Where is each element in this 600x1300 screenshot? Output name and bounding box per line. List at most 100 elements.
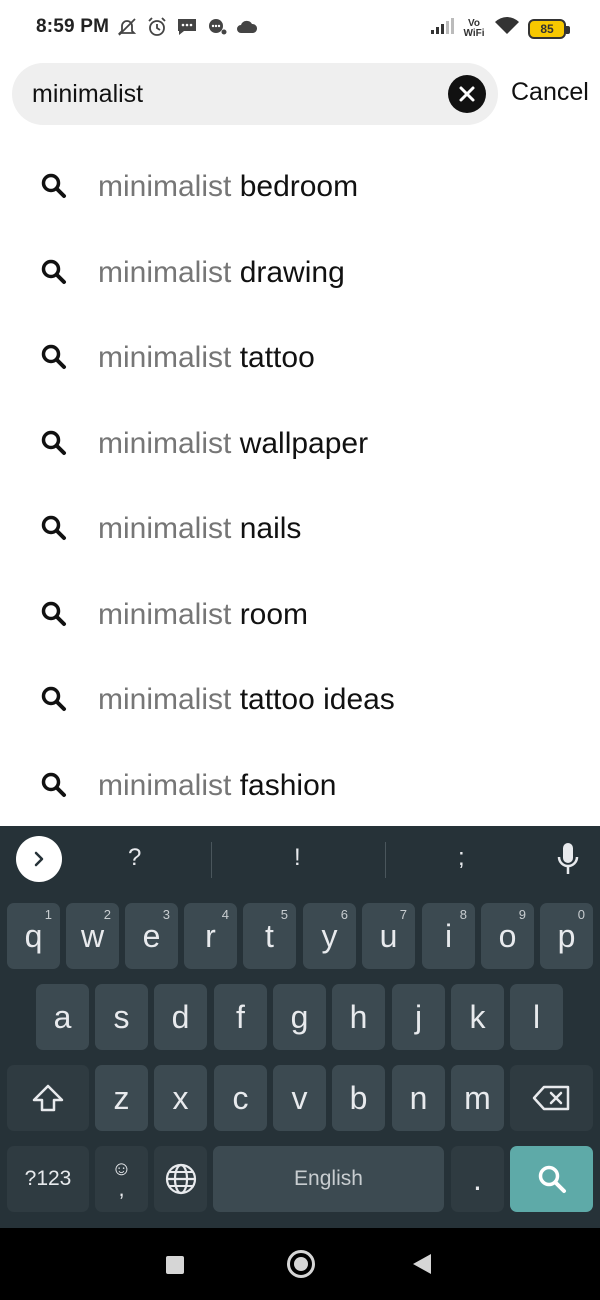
suggestion-prefix: minimalist xyxy=(98,426,232,460)
notifications-muted-icon xyxy=(116,16,138,38)
keyboard-suggestion[interactable]: ; xyxy=(458,844,465,872)
globe-icon xyxy=(165,1163,196,1195)
chat-icon xyxy=(206,16,228,38)
key-label: i xyxy=(444,917,453,954)
key-t[interactable]: t5 xyxy=(243,903,296,969)
key-label: t xyxy=(265,917,274,954)
key-z[interactable]: z xyxy=(95,1065,148,1131)
search-icon xyxy=(41,515,66,540)
suggestion-item[interactable]: minimalist fashion xyxy=(0,743,600,829)
key-q[interactable]: q1 xyxy=(7,903,60,969)
key-o[interactable]: o9 xyxy=(481,903,534,969)
space-key[interactable]: English xyxy=(213,1146,444,1212)
key-label: m xyxy=(464,1079,491,1116)
suggestion-prefix: minimalist xyxy=(98,255,232,289)
navigation-bar xyxy=(0,1228,600,1300)
status-icons-left xyxy=(116,16,258,38)
key-j[interactable]: j xyxy=(392,984,445,1050)
key-hint: 6 xyxy=(340,907,348,922)
key-h[interactable]: h xyxy=(332,984,385,1050)
key-n[interactable]: n xyxy=(392,1065,445,1131)
status-time: 8:59 PM xyxy=(36,16,110,37)
suggestion-item[interactable]: minimalist tattoo ideas xyxy=(0,657,600,743)
key-label: u xyxy=(379,917,398,954)
search-key[interactable] xyxy=(510,1146,593,1212)
suggestion-item[interactable]: minimalist wallpaper xyxy=(0,401,600,487)
key-b[interactable]: b xyxy=(332,1065,385,1131)
backspace-icon xyxy=(532,1085,569,1111)
suggestion-prefix: minimalist xyxy=(98,341,232,374)
key-a[interactable]: a xyxy=(36,984,89,1050)
key-label: English xyxy=(294,1167,363,1190)
clear-search-button[interactable] xyxy=(448,75,486,113)
key-label: x xyxy=(172,1079,189,1116)
key-u[interactable]: u7 xyxy=(362,903,415,969)
keyboard-expand-button[interactable] xyxy=(16,836,62,882)
key-label: v xyxy=(291,1079,308,1116)
key-label: c xyxy=(232,1079,249,1116)
key-v[interactable]: v xyxy=(273,1065,326,1131)
suggestion-item[interactable]: minimalist room xyxy=(0,572,600,658)
search-icon xyxy=(538,1165,566,1193)
key-l[interactable]: l xyxy=(510,984,563,1050)
microphone-icon[interactable] xyxy=(556,842,580,876)
cloud-icon xyxy=(236,16,258,38)
suggestion-suffix: tattoo ideas xyxy=(231,683,395,716)
key-w[interactable]: w2 xyxy=(66,903,119,969)
key-m[interactable]: m xyxy=(451,1065,504,1131)
period-key[interactable]: . xyxy=(451,1146,504,1212)
back-button[interactable] xyxy=(413,1254,431,1274)
suggestion-item[interactable]: minimalist tattoo xyxy=(0,315,600,401)
suggestion-item[interactable]: minimalist drawing xyxy=(0,230,600,316)
suggestion-suffix: wallpaper xyxy=(231,426,369,460)
key-y[interactable]: y6 xyxy=(303,903,356,969)
shift-key[interactable] xyxy=(7,1065,89,1131)
key-p[interactable]: p0 xyxy=(540,903,593,969)
suggestion-list: minimalist bedroom minimalist drawing mi… xyxy=(0,144,600,828)
suggestion-item[interactable]: minimalist nails xyxy=(0,486,600,572)
search-icon xyxy=(41,772,66,797)
suggestion-item[interactable]: minimalist bedroom xyxy=(0,144,600,230)
emoji-key[interactable]: ☺ , xyxy=(95,1146,148,1212)
key-label: d xyxy=(171,998,190,1035)
key-hint: 8 xyxy=(459,907,467,922)
key-x[interactable]: x xyxy=(154,1065,207,1131)
key-d[interactable]: d xyxy=(154,984,207,1050)
key-r[interactable]: r4 xyxy=(184,903,237,969)
key-label: j xyxy=(414,998,423,1035)
key-label: g xyxy=(290,998,309,1035)
home-button[interactable] xyxy=(287,1250,315,1278)
key-c[interactable]: c xyxy=(214,1065,267,1131)
language-key[interactable] xyxy=(154,1146,207,1212)
key-label: h xyxy=(349,998,368,1035)
key-s[interactable]: s xyxy=(95,984,148,1050)
key-i[interactable]: i8 xyxy=(422,903,475,969)
suggestion-prefix: minimalist xyxy=(98,683,232,716)
keyboard-suggestion[interactable]: ? xyxy=(128,844,141,872)
signal-icon xyxy=(430,17,454,40)
keyboard-suggestion[interactable]: ! xyxy=(294,844,301,872)
symbols-key[interactable]: ?123 xyxy=(7,1146,89,1212)
search-bar xyxy=(12,63,498,125)
key-label: f xyxy=(236,998,245,1035)
search-icon xyxy=(41,686,66,711)
close-icon xyxy=(459,86,475,102)
key-label: . xyxy=(473,1160,482,1197)
recents-button[interactable] xyxy=(166,1256,184,1274)
backspace-key[interactable] xyxy=(510,1065,593,1131)
key-label: k xyxy=(469,998,486,1035)
suggestion-prefix: minimalist xyxy=(98,512,232,545)
battery-level: 85 xyxy=(540,21,554,36)
key-f[interactable]: f xyxy=(214,984,267,1050)
search-input[interactable] xyxy=(32,63,432,125)
key-k[interactable]: k xyxy=(451,984,504,1050)
key-e[interactable]: e3 xyxy=(125,903,178,969)
key-g[interactable]: g xyxy=(273,984,326,1050)
battery-icon: 85 xyxy=(528,18,570,39)
key-label: r xyxy=(205,917,216,954)
suggestion-suffix: bedroom xyxy=(231,170,359,203)
search-icon xyxy=(41,601,66,626)
suggestion-suffix: room xyxy=(231,597,309,631)
cancel-button[interactable]: Cancel xyxy=(511,78,589,107)
key-label: o xyxy=(498,917,517,954)
